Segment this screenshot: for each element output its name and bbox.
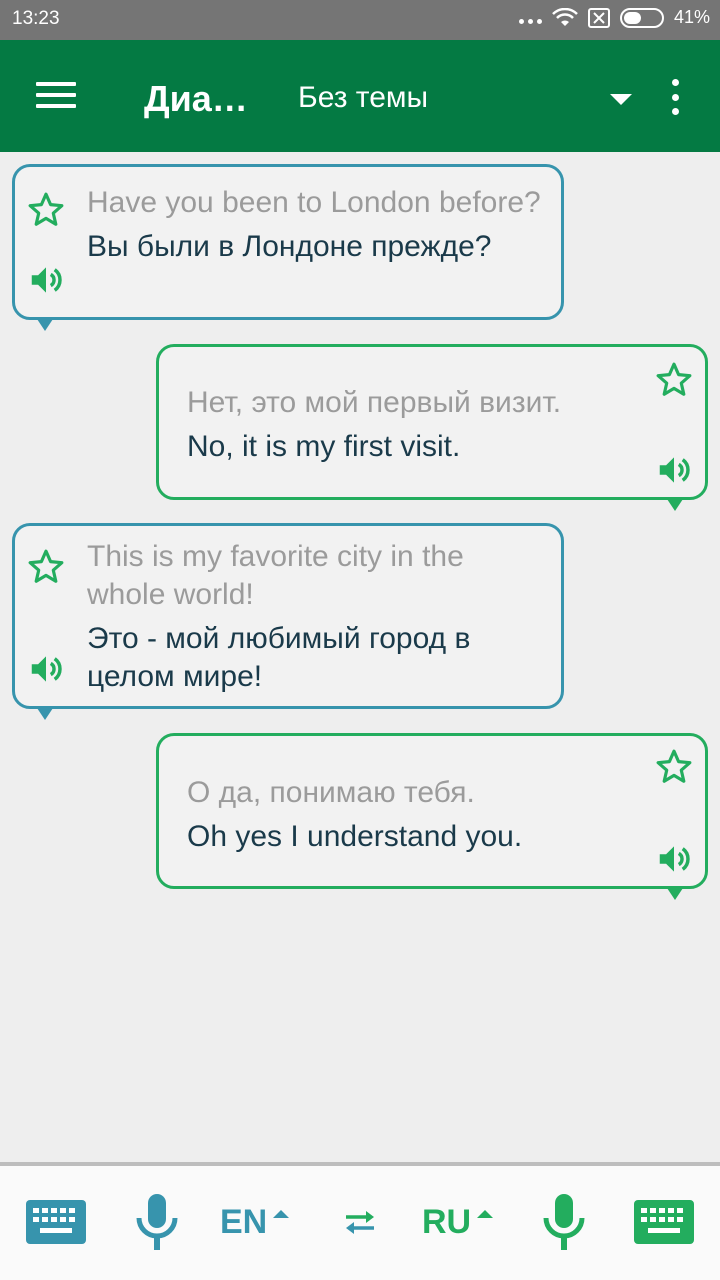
topic-selector[interactable]: Без темы [298,81,428,115]
caret-up-icon [273,1209,290,1218]
target-language-label: RU [422,1203,472,1241]
bottom-toolbar: EN RU [0,1162,720,1280]
keyboard-icon[interactable] [634,1200,694,1244]
message-bubble: Have you been to London before? Вы были … [12,164,564,331]
app-bar: Диа… Без темы [0,40,720,152]
battery-level: 41% [673,7,710,27]
star-icon[interactable] [27,191,65,229]
star-icon[interactable] [655,748,693,786]
page-title: Диа… [144,78,248,119]
status-time: 13:23 [12,8,60,29]
keyboard-icon[interactable] [26,1200,86,1244]
message-translation-text: Oh yes I understand you. [187,820,523,853]
microphone-icon[interactable] [134,1192,180,1252]
speaker-icon[interactable] [27,650,65,688]
wifi-icon [552,7,578,26]
status-icons: 41% [518,7,710,28]
message-source-text: This is my favorite city in the whole wo… [87,540,464,611]
speaker-icon[interactable] [655,840,693,878]
status-bar: 13:23 41% [0,0,720,40]
microphone-icon[interactable] [541,1192,587,1252]
menu-icon[interactable] [36,82,76,112]
message-bubble: Нет, это мой первый визит. No, it is my … [156,344,708,511]
speaker-icon[interactable] [27,261,65,299]
source-language-label: EN [220,1203,268,1241]
message-source-text: Have you been to London before? [87,186,541,219]
message-translation-text: Вы были в Лондоне прежде? [87,230,492,263]
speaker-icon[interactable] [655,451,693,489]
swap-icon[interactable] [342,1208,378,1236]
caret-up-icon [477,1209,494,1218]
message-translation-text: Это - мой любимый город в целом мире! [87,622,471,693]
message-source-text: О да, понимаю тебя. [187,776,475,809]
message-translation-text: No, it is my first visit. [187,430,461,463]
battery-icon [619,7,664,28]
notification-dots-icon [518,11,542,24]
message-source-text: Нет, это мой первый визит. [187,386,562,419]
message-bubble: О да, понимаю тебя. Oh yes I understand … [156,733,708,900]
overflow-menu-icon[interactable] [670,79,680,115]
dropdown-icon[interactable] [610,94,632,105]
source-language-selector[interactable]: EN [220,1203,290,1242]
no-sim-icon [587,7,610,28]
star-icon[interactable] [27,548,65,586]
target-language-selector[interactable]: RU [422,1203,494,1242]
star-icon[interactable] [655,361,693,399]
message-bubble: This is my favorite city in the whole wo… [12,523,564,720]
